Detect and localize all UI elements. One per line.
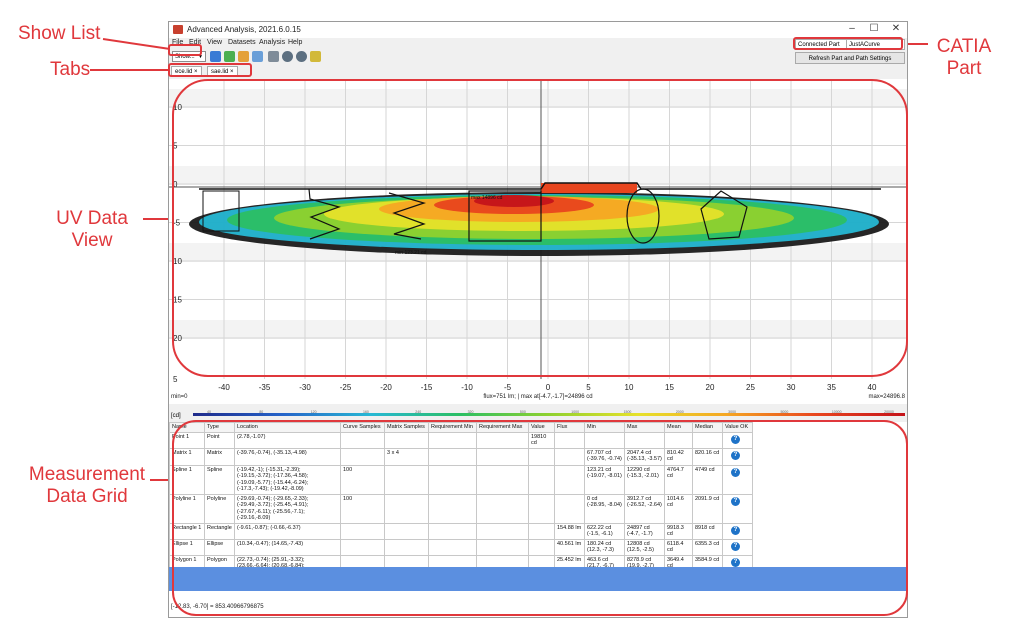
x-tick-label: 20 bbox=[706, 383, 715, 392]
colorbar-tick-label: 320 bbox=[468, 410, 474, 414]
annotation-catia-line1: CATIA bbox=[936, 36, 992, 57]
colorbar-tick-label: 20000 bbox=[884, 410, 894, 414]
minimize-button[interactable]: – bbox=[841, 23, 863, 34]
annotation-uv-line2: View bbox=[71, 230, 113, 251]
max-value-label: max=24896.8 bbox=[868, 394, 905, 400]
zoom-out-icon[interactable] bbox=[296, 51, 307, 62]
x-tick-label: 10 bbox=[625, 383, 634, 392]
menu-analysis[interactable]: Analysis bbox=[259, 39, 285, 46]
split-icon[interactable] bbox=[268, 51, 279, 62]
x-tick-label: -5 bbox=[504, 383, 512, 392]
callout-catia-part bbox=[793, 37, 903, 50]
colorbar-tick-label: 3000 bbox=[728, 410, 736, 414]
colorbar-tick-label: 120 bbox=[311, 410, 317, 414]
color-scale-bar: [cd] 40 80 120 160 240 320 500 1000 1500 2000 3000 5… bbox=[171, 410, 905, 419]
colorbar-tick-label: 500 bbox=[520, 410, 526, 414]
title-bar: Advanced Analysis, 2021.6.0.15 – ☐ ✕ bbox=[169, 22, 907, 38]
x-tick-label: 40 bbox=[868, 383, 877, 392]
x-tick-label: 25 bbox=[746, 383, 755, 392]
add-matrix-icon[interactable] bbox=[224, 51, 235, 62]
colorbar-tick-label: 40 bbox=[207, 410, 211, 414]
x-tick-label: 35 bbox=[827, 383, 836, 392]
add-polyline-icon[interactable] bbox=[252, 51, 263, 62]
colorbar-tick-label: 80 bbox=[259, 410, 263, 414]
colorbar-tick-label: 10000 bbox=[832, 410, 842, 414]
x-tick-label: -25 bbox=[340, 383, 352, 392]
x-tick-label: -35 bbox=[259, 383, 271, 392]
flux-summary-label: flux=751 lm; | max at[-4.7,-1.7]=24896 c… bbox=[483, 394, 592, 400]
menu-help[interactable]: Help bbox=[288, 39, 302, 46]
annotation-uv-data-view: UV Data View bbox=[42, 208, 142, 252]
color-gradient bbox=[193, 413, 905, 416]
annotation-show-list: Show List bbox=[18, 23, 101, 44]
x-tick-label: -15 bbox=[421, 383, 433, 392]
settings-icon[interactable] bbox=[310, 51, 321, 62]
x-tick-label: 30 bbox=[787, 383, 796, 392]
annotation-catia-part: CATIA Part bbox=[928, 36, 1000, 80]
callout-uv-data-view bbox=[172, 79, 908, 377]
x-tick-label: -30 bbox=[299, 383, 311, 392]
colorbar-tick-label: 240 bbox=[415, 410, 421, 414]
colorbar-tick-label: 1000 bbox=[571, 410, 579, 414]
refresh-part-button[interactable]: Refresh Part and Path Settings bbox=[795, 52, 905, 64]
menu-view[interactable]: View bbox=[207, 39, 222, 46]
x-tick-label: -10 bbox=[461, 383, 473, 392]
colorbar-tick-label: 5000 bbox=[780, 410, 788, 414]
connector-show-list bbox=[102, 38, 171, 50]
callout-tabs bbox=[168, 63, 252, 77]
x-tick-label: 0 bbox=[546, 383, 551, 392]
colorbar-tick-label: 1500 bbox=[624, 410, 632, 414]
corner-tick-label: 5 bbox=[173, 375, 178, 384]
annotation-meas-line2: Data Grid bbox=[46, 486, 128, 507]
annotation-tabs: Tabs bbox=[50, 59, 91, 80]
x-tick-label: 15 bbox=[665, 383, 674, 392]
add-spline-icon[interactable] bbox=[238, 51, 249, 62]
colorbar-tick-label: 160 bbox=[363, 410, 369, 414]
x-tick-label: -20 bbox=[380, 383, 392, 392]
callout-show-list bbox=[168, 44, 202, 56]
add-point-icon[interactable] bbox=[210, 51, 221, 62]
window-title: Advanced Analysis, 2021.6.0.15 bbox=[187, 25, 301, 34]
colorbar-tick-label: 2000 bbox=[676, 410, 684, 414]
menu-datasets[interactable]: Datasets bbox=[228, 39, 256, 46]
close-button[interactable]: ✕ bbox=[885, 23, 907, 34]
unit-label: [cd] bbox=[171, 413, 181, 419]
annotation-uv-line1: UV Data bbox=[56, 208, 128, 229]
annotation-measurement-grid: Measurement Data Grid bbox=[22, 464, 152, 508]
callout-measurement-grid bbox=[172, 420, 908, 616]
annotation-meas-line1: Measurement bbox=[28, 464, 146, 485]
maximize-button[interactable]: ☐ bbox=[863, 23, 885, 34]
min-value-label: min=0 bbox=[171, 394, 188, 400]
zoom-in-icon[interactable] bbox=[282, 51, 293, 62]
app-logo-icon bbox=[173, 25, 183, 34]
x-tick-label: 5 bbox=[586, 383, 591, 392]
x-tick-label: -40 bbox=[218, 383, 230, 392]
annotation-catia-line2: Part bbox=[946, 58, 982, 79]
